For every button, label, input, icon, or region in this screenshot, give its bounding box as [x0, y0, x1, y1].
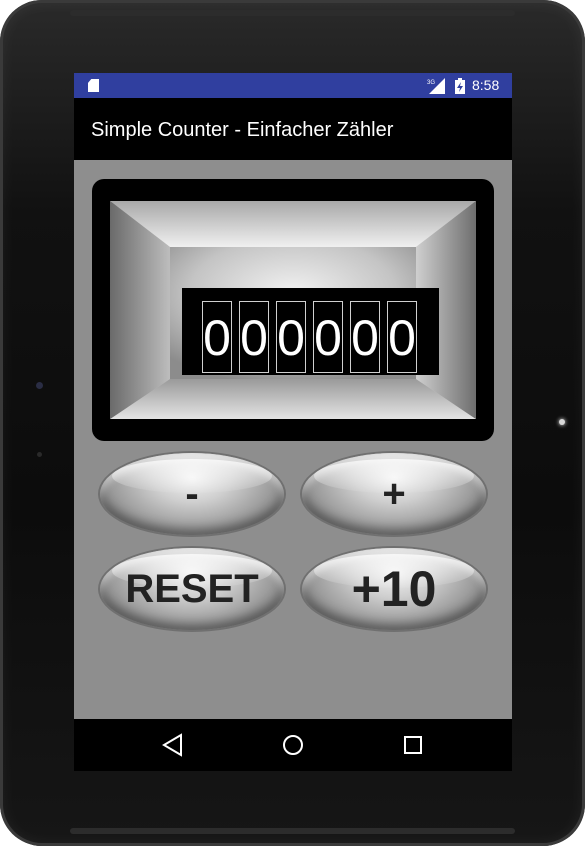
- cell-signal-icon: 3G: [427, 78, 445, 94]
- top-speaker-grille: [70, 10, 515, 16]
- app-title: Simple Counter - Einfacher Zähler: [91, 119, 394, 141]
- front-camera: [36, 382, 43, 389]
- add-ten-button[interactable]: +10: [302, 548, 486, 630]
- status-bar: 3G 8:58: [74, 73, 512, 98]
- tablet-frame: 3G 8:58 Simple Counter - Einfacher Zähle…: [0, 0, 585, 846]
- counter-digit: 0: [313, 301, 343, 373]
- network-type-label: 3G: [427, 80, 435, 86]
- counter-content: 0 0 0 0 0 0 - + RESET +10: [74, 160, 512, 719]
- counter-display-frame: 0 0 0 0 0 0: [92, 179, 494, 441]
- counter-digit: 0: [276, 301, 306, 373]
- reset-button-label: RESET: [125, 567, 259, 611]
- sd-card-icon: [88, 79, 99, 92]
- light-sensor: [37, 452, 42, 457]
- device-screen: 3G 8:58 Simple Counter - Einfacher Zähle…: [74, 73, 512, 771]
- app-bar: Simple Counter - Einfacher Zähler: [74, 98, 512, 160]
- decrement-button[interactable]: -: [100, 453, 284, 535]
- status-clock: 8:58: [472, 77, 500, 93]
- decrement-button-label: -: [185, 472, 199, 516]
- recent-apps-icon[interactable]: [395, 729, 431, 761]
- increment-button-label: +: [382, 472, 406, 516]
- counter-digit: 0: [202, 301, 232, 373]
- back-icon[interactable]: [155, 729, 191, 761]
- add-ten-button-label: +10: [351, 561, 437, 617]
- reset-button[interactable]: RESET: [100, 548, 284, 630]
- navigation-bar: [74, 719, 512, 771]
- counter-metal-plate: 0 0 0 0 0 0: [110, 201, 476, 419]
- battery-charging-icon: [455, 78, 465, 94]
- counter-digit: 0: [239, 301, 269, 373]
- increment-button[interactable]: +: [302, 453, 486, 535]
- counter-digit: 0: [387, 301, 417, 373]
- home-icon[interactable]: [275, 729, 311, 761]
- side-indicator-light: [559, 419, 565, 425]
- counter-digit: 0: [350, 301, 380, 373]
- bottom-speaker-grille: [70, 828, 515, 834]
- counter-digit-window: 0 0 0 0 0 0: [182, 288, 439, 375]
